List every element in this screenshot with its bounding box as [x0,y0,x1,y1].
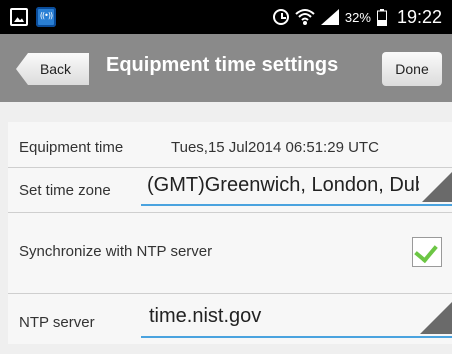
ntp-server-label: NTP server [19,314,95,331]
battery-icon [376,8,387,26]
settings-list: Equipment time Tues,15 Jul2014 06:51:29 … [8,122,452,344]
ntp-sync-label: Synchronize with NTP server [19,243,213,260]
time-zone-row: Set time zone (GMT)Greenwich, London, Du… [8,168,452,213]
ntp-server-value: time.nist.gov [149,305,262,327]
signal-icon [320,9,339,25]
equipment-time-label: Equipment time [19,139,124,156]
clock: 19:22 [396,6,442,27]
time-zone-label: Set time zone [19,182,111,199]
app-icon [36,7,56,27]
status-right: 32% 19:22 [272,4,442,30]
done-button[interactable]: Done [382,52,442,86]
equipment-time-row: Equipment time Tues,15 Jul2014 06:51:29 … [8,122,452,168]
time-zone-value: (GMT)Greenwich, London, Dublin, Lisbon [147,174,419,196]
wifi-icon [295,9,315,25]
dropdown-arrow-icon [422,172,452,202]
back-button[interactable]: Back [16,53,89,85]
ntp-sync-row[interactable]: Synchronize with NTP server [8,213,452,294]
alarm-icon [272,9,289,25]
equipment-time-value: Tues,15 Jul2014 06:51:29 UTC [171,139,379,156]
status-bar: 32% 19:22 [0,0,452,34]
ntp-server-row: NTP server time.nist.gov [8,294,452,344]
time-zone-spinner[interactable]: (GMT)Greenwich, London, Dublin, Lisbon [141,168,452,206]
checkmark-icon [414,238,438,264]
dropdown-arrow-icon [420,302,452,334]
status-left [10,7,56,27]
title-bar: Back Equipment time settings Done [0,34,452,102]
ntp-server-spinner[interactable]: time.nist.gov [141,294,452,338]
ntp-sync-checkbox[interactable] [412,237,442,267]
image-icon [10,8,28,26]
battery-percent: 32% [344,9,371,25]
page-title: Equipment time settings [106,54,339,76]
